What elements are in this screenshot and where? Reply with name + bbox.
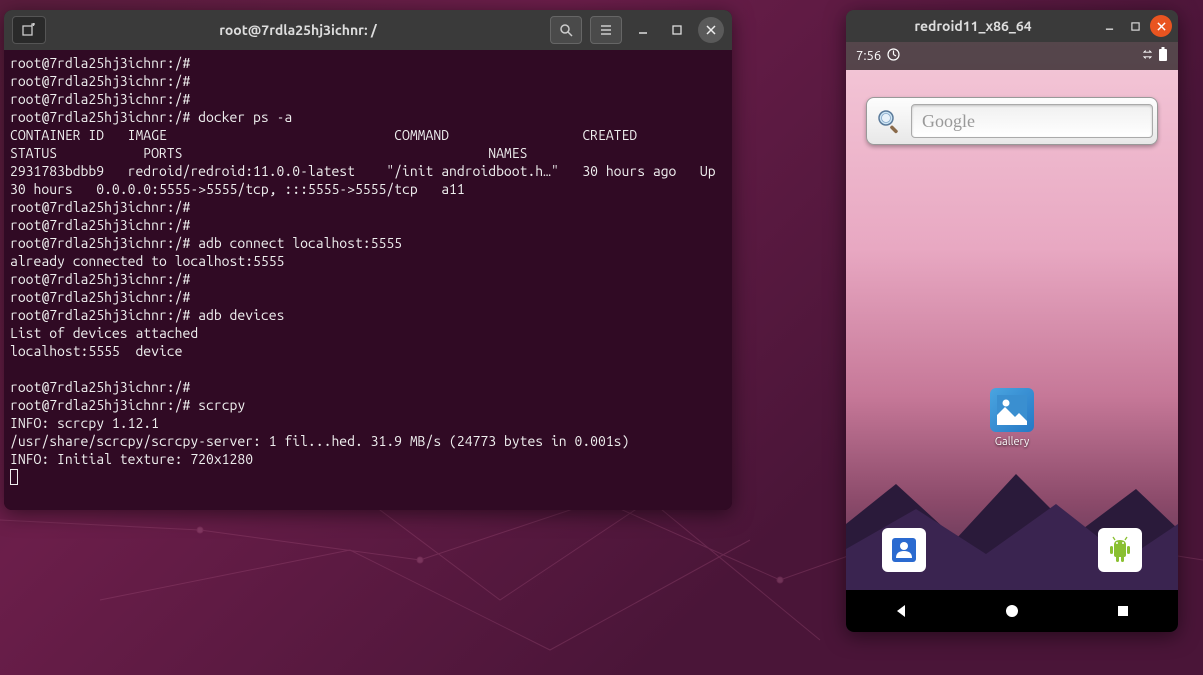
menu-button[interactable]: [590, 16, 622, 44]
android-status-bar[interactable]: 7:56: [846, 42, 1178, 70]
terminal-title: root@7rdla25hj3ichnr: /: [54, 22, 542, 38]
search-input[interactable]: Google: [911, 104, 1153, 138]
search-icon: [871, 103, 907, 139]
android-nav-bar: [846, 590, 1178, 632]
android-maximize-button[interactable]: [1124, 15, 1146, 37]
android-app-icon[interactable]: [1092, 528, 1148, 572]
battery-icon: [1158, 47, 1168, 65]
android-titlebar: redroid11_x86_64: [846, 10, 1178, 42]
terminal-titlebar: root@7rdla25hj3ichnr: /: [4, 10, 732, 50]
maximize-button[interactable]: [664, 17, 690, 43]
home-button[interactable]: [982, 590, 1042, 632]
terminal-body[interactable]: root@7rdla25hj3ichnr:/# root@7rdla25hj3i…: [4, 50, 732, 510]
notification-icon: [887, 48, 900, 64]
android-window: redroid11_x86_64 7:56: [846, 10, 1178, 632]
contacts-app-icon[interactable]: [876, 528, 932, 572]
recents-button[interactable]: [1093, 590, 1153, 632]
minimize-button[interactable]: [630, 17, 656, 43]
close-button[interactable]: [698, 17, 724, 43]
status-time: 7:56: [856, 49, 881, 63]
android-close-button[interactable]: [1150, 15, 1172, 37]
android-home-screen[interactable]: 7:56 Googl: [846, 42, 1178, 632]
back-button[interactable]: [871, 590, 931, 632]
rotate-icon: [1141, 48, 1154, 64]
android-title: redroid11_x86_64: [852, 18, 1094, 34]
gallery-label: Gallery: [995, 436, 1030, 448]
new-tab-button[interactable]: [12, 16, 46, 44]
terminal-window: root@7rdla25hj3ichnr: / root@7rdla25hj3i…: [4, 10, 732, 510]
search-button[interactable]: [550, 16, 582, 44]
google-search-widget[interactable]: Google: [866, 97, 1158, 145]
gallery-app-icon[interactable]: Gallery: [984, 388, 1040, 448]
android-minimize-button[interactable]: [1098, 15, 1120, 37]
